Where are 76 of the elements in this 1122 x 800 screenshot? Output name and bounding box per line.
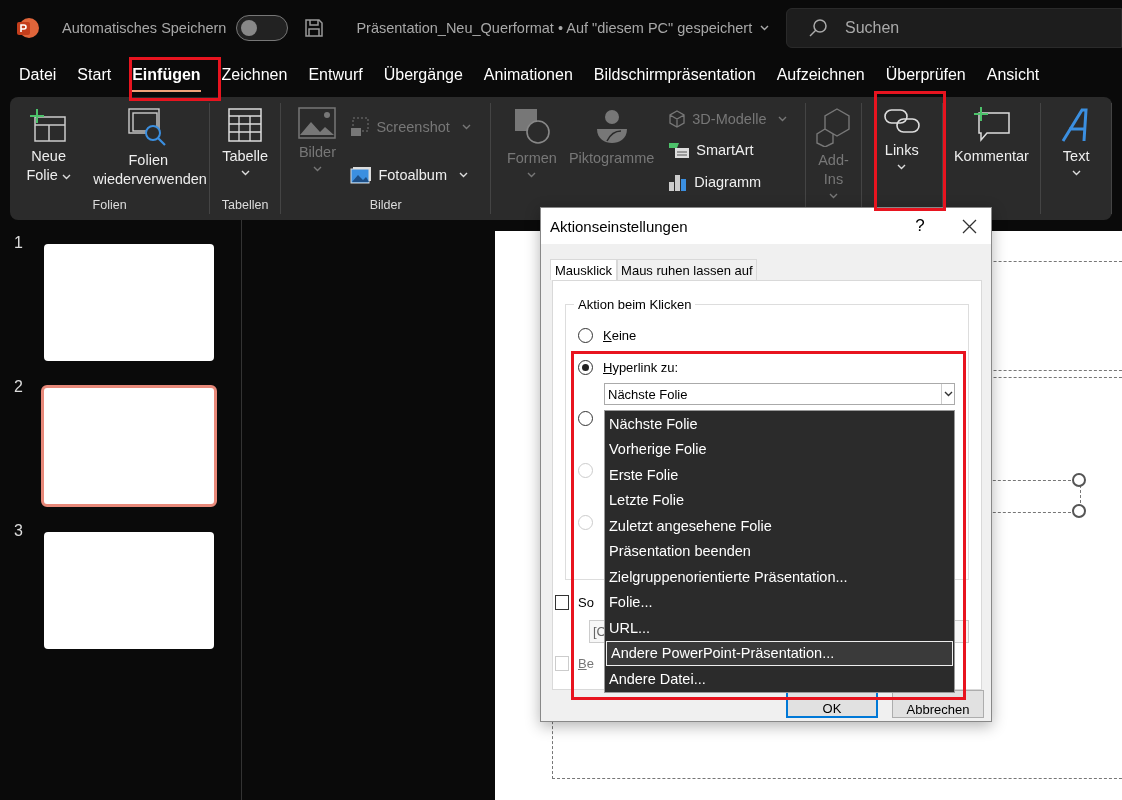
image-icon: [298, 107, 337, 139]
help-button[interactable]: ?: [900, 215, 940, 237]
ribbon-tab[interactable]: Aufzeichnen: [776, 60, 865, 92]
autosave-toggle[interactable]: [236, 14, 289, 41]
cube-icon: [668, 109, 687, 128]
slide-thumbnail[interactable]: [44, 244, 214, 361]
dropdown-option[interactable]: Folie...: [605, 589, 954, 615]
shapes-icon: [512, 107, 551, 145]
ribbon-tab[interactable]: Datei: [19, 60, 57, 92]
dropdown-option[interactable]: Andere PowerPoint-Präsentation...: [606, 640, 953, 666]
dropdown-option[interactable]: Andere Datei...: [605, 666, 954, 692]
ribbon-tab[interactable]: Entwurf: [308, 60, 363, 92]
slide-number: 3: [13, 522, 24, 541]
new-slide-icon: [28, 107, 69, 143]
search-icon: [808, 17, 828, 38]
ribbon-button[interactable]: Diagramm: [664, 169, 792, 194]
radio-button[interactable]: [578, 411, 593, 426]
slide-thumbnail[interactable]: [44, 532, 214, 649]
screenshot-icon: [350, 117, 371, 138]
ribbon-tab[interactable]: Start: [77, 60, 112, 92]
chevron-down-icon: [943, 391, 953, 397]
ribbon-button[interactable]: Tabelle: [216, 103, 275, 198]
ribbon-tab[interactable]: Übergänge: [383, 60, 463, 92]
close-icon[interactable]: [962, 218, 977, 234]
checkbox-label: Be: [578, 655, 594, 671]
table-icon: [227, 107, 264, 143]
dropdown-option[interactable]: Erste Folie: [605, 462, 954, 488]
radio-button[interactable]: [578, 359, 593, 375]
resize-handle[interactable]: [1072, 473, 1086, 487]
app-logo-icon: [16, 15, 40, 40]
ribbon-tab[interactable]: Überprüfen: [885, 60, 966, 92]
ribbon-button[interactable]: Text: [1054, 103, 1099, 198]
save-icon[interactable]: [304, 17, 325, 38]
radio-label: Keine: [603, 327, 637, 343]
resize-handle[interactable]: [1072, 504, 1086, 518]
dropdown-option[interactable]: Letzte Folie: [605, 487, 954, 513]
ribbon-button[interactable]: SmartArt: [664, 138, 792, 161]
checkbox-label: So: [578, 594, 594, 610]
dropdown-option[interactable]: Präsentation beenden: [605, 538, 954, 564]
radio-label: Hyperlink zu:: [603, 359, 679, 375]
group-label: Bilder: [369, 198, 402, 214]
chevron-down-icon: [760, 24, 770, 31]
ribbon-button[interactable]: Neue Folie: [10, 103, 88, 198]
ribbon-tab[interactable]: Bildschirmpräsentation: [593, 60, 756, 92]
ribbon-tab[interactable]: Animationen: [483, 60, 573, 92]
dialog-title: Aktionseinstellungen: [550, 217, 689, 235]
dropdown-option[interactable]: Zuletzt angesehene Folie: [605, 513, 954, 539]
autosave-label: Automatisches Speichern: [62, 19, 227, 36]
ribbon-tab[interactable]: Zeichnen: [221, 60, 288, 92]
search-field[interactable]: Suchen: [786, 7, 1122, 48]
checkbox[interactable]: [555, 594, 569, 610]
radio-button[interactable]: [578, 327, 593, 343]
dialog-tab[interactable]: Maus ruhen lassen auf: [617, 259, 757, 280]
slide-thumbnail[interactable]: [41, 385, 217, 507]
photo-album-icon: [350, 165, 373, 184]
ribbon-tab[interactable]: Ansicht: [986, 60, 1040, 92]
ribbon-button[interactable]: Kommentar: [947, 103, 1035, 198]
hexagons-icon: [814, 107, 853, 147]
smartart-icon: [668, 140, 691, 159]
document-title: Präsentation_Neu_Querformat • Auf "diesem PC" gespeichert: [356, 19, 753, 36]
group-label: Tabellen: [221, 198, 269, 214]
slide-number: 2: [13, 378, 24, 397]
ribbon-button[interactable]: Links: [876, 103, 927, 198]
ribbon-tab[interactable]: Einfügen: [132, 60, 201, 92]
slide-number: 1: [13, 234, 24, 253]
dropdown-option[interactable]: Zielgruppenorientierte Präsentation...: [605, 564, 954, 590]
dropdown-option[interactable]: Nächste Folie: [605, 411, 954, 437]
ribbon-button[interactable]: Fotoalbum: [346, 163, 475, 186]
dropdown-option[interactable]: Vorherige Folie: [605, 436, 954, 462]
dropdown-option[interactable]: URL...: [605, 615, 954, 641]
ribbon-button[interactable]: Folien wiederverwenden: [87, 103, 210, 198]
group-label: Folien: [92, 198, 127, 214]
comment-icon: [971, 107, 1012, 143]
group-title: Aktion beim Klicken: [577, 297, 693, 312]
hyperlink-dropdown[interactable]: Nächste Folie: [604, 383, 955, 405]
dialog-tab[interactable]: Mausklick: [550, 259, 618, 280]
